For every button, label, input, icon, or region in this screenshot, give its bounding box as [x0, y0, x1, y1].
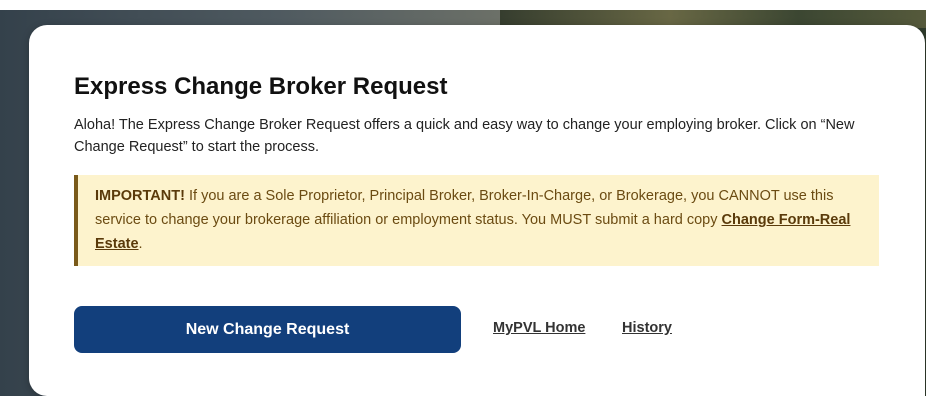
dialog-title: Express Change Broker Request [74, 73, 448, 100]
important-notice: IMPORTANT! If you are a Sole Proprietor,… [74, 175, 879, 266]
dialog-actions: New Change Request MyPVL Home History [74, 306, 880, 353]
history-link[interactable]: History [622, 320, 672, 336]
notice-heading: IMPORTANT! [95, 188, 185, 204]
new-change-request-button[interactable]: New Change Request [74, 306, 461, 353]
notice-suffix: . [138, 236, 143, 252]
mypvl-home-link[interactable]: MyPVL Home [493, 320, 585, 336]
change-broker-dialog: Express Change Broker Request Aloha! The… [29, 25, 925, 396]
dialog-intro-text: Aloha! The Express Change Broker Request… [74, 117, 855, 155]
page-top-strip [0, 0, 926, 10]
dialog-content: Express Change Broker Request Aloha! The… [74, 72, 880, 266]
